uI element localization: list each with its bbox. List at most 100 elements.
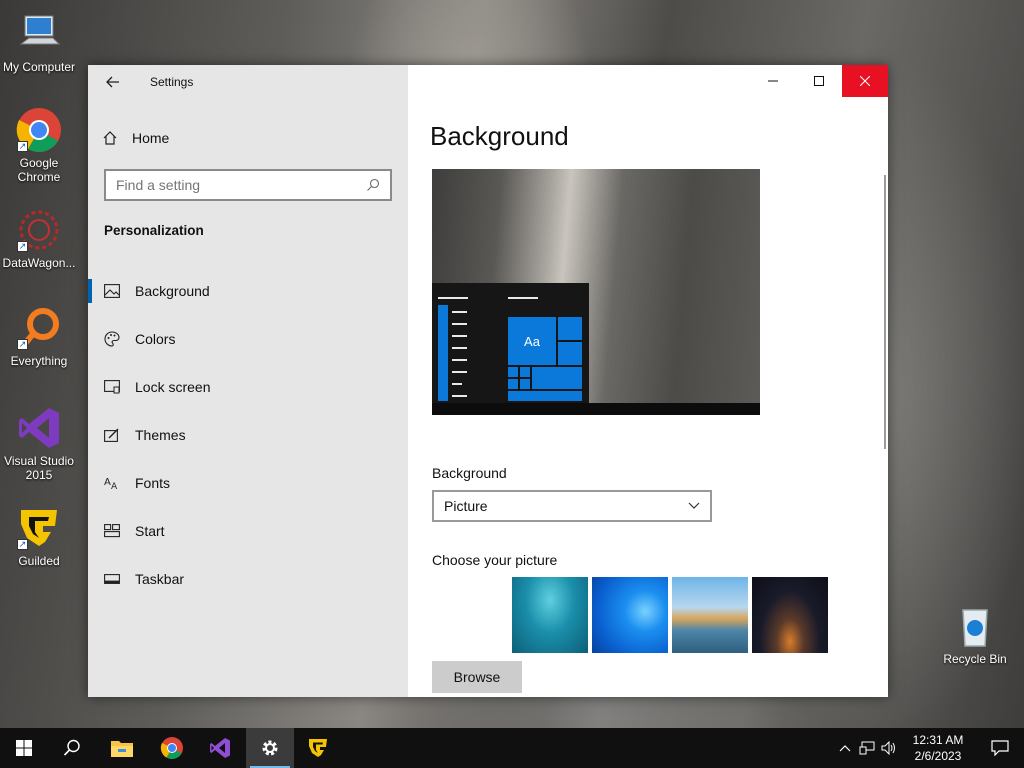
desktop-icon-chrome[interactable]: ↗ Google Chrome [0, 106, 78, 184]
settings-window: Settings Home Personalization Background… [88, 65, 888, 697]
visual-studio-icon [210, 738, 230, 758]
search-icon [367, 178, 380, 191]
taskbar-clock[interactable]: 12:31 AM 2/6/2023 [900, 732, 976, 764]
nav-item-lock-screen[interactable]: Lock screen [88, 363, 408, 411]
volume-button[interactable] [878, 741, 900, 755]
desktop-icon-label: My Computer [2, 60, 76, 74]
taskbar-file-explorer[interactable] [98, 728, 146, 768]
show-hidden-icons-button[interactable] [834, 744, 856, 752]
content-scrollbar[interactable] [884, 175, 886, 449]
back-button[interactable] [102, 71, 124, 93]
nav-item-themes[interactable]: Themes [88, 411, 408, 459]
preview-tile [557, 341, 583, 366]
nav-list: Background Colors Lock screen Themes AA … [88, 267, 408, 603]
taskbar: 12:31 AM 2/6/2023 [0, 728, 1024, 768]
settings-icon [262, 740, 278, 756]
nav-item-background[interactable]: Background [88, 267, 408, 315]
palette-icon [104, 331, 120, 347]
background-type-dropdown[interactable]: Picture [432, 490, 712, 522]
desktop-icon-visual-studio[interactable]: Visual Studio 2015 [0, 404, 78, 482]
desktop-icon-everything[interactable]: ↗ Everything [0, 304, 78, 368]
svg-text:A: A [104, 477, 111, 488]
nav-home-label: Home [132, 130, 170, 146]
thumbnail-night-sky[interactable] [752, 577, 828, 653]
thumbnail-beach-rocks[interactable] [672, 577, 748, 653]
maximize-icon [814, 76, 824, 86]
search-icon [63, 739, 80, 756]
preview-line [452, 323, 467, 325]
start-button[interactable] [0, 728, 48, 768]
close-icon [860, 76, 870, 86]
preview-start-menu: Aa [432, 283, 589, 405]
taskbar-icon [104, 574, 120, 584]
taskbar-visual-studio[interactable] [196, 728, 244, 768]
taskbar-search-button[interactable] [48, 728, 96, 768]
background-type-label: Background [432, 465, 507, 481]
search-input[interactable] [116, 177, 366, 193]
browse-button[interactable]: Browse [432, 661, 522, 693]
nav-item-label: Lock screen [135, 379, 211, 395]
network-button[interactable] [856, 741, 878, 755]
desktop-icon-label: Google Chrome [17, 156, 61, 184]
lock-screen-icon [104, 380, 120, 394]
page-title: Background [430, 121, 569, 151]
fonts-icon: AA [104, 477, 118, 490]
shortcut-arrow-icon: ↗ [17, 141, 28, 152]
background-preview: Aa [432, 169, 760, 415]
guilded-icon: ↗ [15, 504, 63, 552]
preview-tile [507, 366, 519, 378]
svg-text:A: A [111, 482, 118, 490]
back-arrow-icon [106, 76, 119, 88]
preview-tile [507, 378, 519, 390]
chevron-up-icon [839, 745, 851, 752]
desktop-icon-label: Guilded [18, 554, 60, 568]
desktop-icon-recycle-bin[interactable]: Recycle Bin [936, 602, 1014, 666]
visual-studio-icon [15, 404, 63, 452]
desktop-icon-label: DataWagon... [2, 256, 76, 270]
computer-icon [15, 10, 63, 58]
settings-nav-pane: Settings Home Personalization Background… [88, 65, 408, 697]
nav-item-label: Taskbar [135, 571, 185, 587]
chrome-icon [160, 737, 183, 759]
picture-thumbnails [512, 577, 828, 653]
notification-icon [991, 740, 1009, 756]
preview-line [452, 335, 467, 337]
preview-taskbar [432, 403, 760, 415]
preview-line [508, 297, 538, 299]
taskbar-guilded[interactable] [294, 728, 342, 768]
close-button[interactable] [842, 65, 888, 97]
action-center-button[interactable] [976, 740, 1024, 756]
preview-tile [519, 378, 531, 390]
find-setting-search[interactable] [104, 169, 392, 201]
file-explorer-icon [111, 741, 133, 757]
preview-tile-large: Aa [507, 316, 557, 366]
taskbar-chrome[interactable] [148, 728, 196, 768]
thumbnail-windows-blue[interactable] [592, 577, 668, 653]
taskbar-settings[interactable] [246, 728, 294, 768]
chevron-down-icon [688, 502, 700, 509]
minimize-button[interactable] [750, 65, 796, 97]
preview-line [452, 311, 467, 313]
nav-item-start[interactable]: Start [88, 507, 408, 555]
nav-home[interactable]: Home [102, 127, 169, 149]
nav-item-taskbar[interactable]: Taskbar [88, 555, 408, 603]
dropdown-selected-value: Picture [444, 498, 488, 514]
window-title: Settings [150, 75, 194, 89]
preview-line [452, 383, 462, 385]
nav-item-label: Background [135, 283, 210, 299]
thumbnail-underwater[interactable] [512, 577, 588, 653]
guilded-icon [309, 739, 327, 757]
desktop-icon-my-computer[interactable]: My Computer [0, 10, 78, 74]
minimize-icon [768, 80, 778, 82]
desktop-icon-label: Recycle Bin [943, 652, 1007, 666]
nav-item-colors[interactable]: Colors [88, 315, 408, 363]
nav-item-label: Start [135, 523, 165, 539]
preview-line [452, 395, 467, 397]
window-controls [750, 65, 888, 97]
desktop-icon-datawagon[interactable]: ↗ DataWagon... [0, 206, 78, 270]
nav-item-label: Colors [135, 331, 176, 347]
maximize-button[interactable] [796, 65, 842, 97]
desktop-icon-guilded[interactable]: ↗ Guilded [0, 504, 78, 568]
nav-item-fonts[interactable]: AA Fonts [88, 459, 408, 507]
everything-search-icon: ↗ [15, 304, 63, 352]
